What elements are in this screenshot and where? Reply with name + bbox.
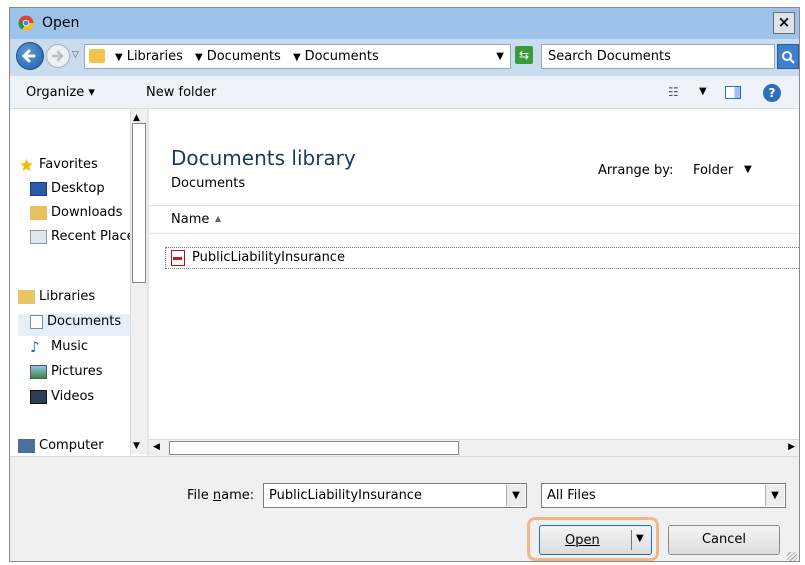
document-icon xyxy=(30,314,43,329)
search-icon xyxy=(782,51,795,64)
open-dropdown-icon[interactable]: ▼ xyxy=(636,533,644,544)
videos-icon xyxy=(30,389,47,404)
breadcrumb: ▼ Libraries ▼ Documents ▼ Documents xyxy=(115,49,387,64)
nav-scroll-thumb[interactable] xyxy=(132,123,146,283)
file-type-value: All Files xyxy=(547,488,596,503)
name-column-header[interactable]: Name xyxy=(171,212,209,227)
nav-scrollbar[interactable]: ▲ ▼ xyxy=(130,109,148,454)
search-button[interactable] xyxy=(777,44,799,69)
library-title: Documents library xyxy=(171,146,356,170)
folder-icon xyxy=(89,49,105,63)
chrome-icon xyxy=(18,15,34,31)
forward-button[interactable] xyxy=(46,44,70,68)
desktop-icon xyxy=(30,181,47,196)
forward-arrow-icon xyxy=(51,50,64,62)
nav-item-documents[interactable]: Documents xyxy=(18,314,133,336)
cancel-button[interactable]: Cancel xyxy=(668,525,780,555)
scroll-right-icon[interactable]: ▶ xyxy=(788,442,795,452)
search-input[interactable]: Search Documents xyxy=(541,44,775,69)
refresh-icon: ⇆ xyxy=(518,48,530,62)
scroll-left-icon[interactable]: ◀ xyxy=(153,442,160,452)
computer-icon xyxy=(18,438,35,453)
resize-grip[interactable] xyxy=(787,552,797,561)
title-bar: Open × xyxy=(10,8,799,39)
view-options-icon[interactable]: ☷ xyxy=(668,85,679,99)
nav-item-favorites[interactable]: Favorites xyxy=(18,157,98,179)
arrange-by-label: Arrange by: xyxy=(598,163,674,178)
file-type-dropdown-icon[interactable]: ▼ xyxy=(765,485,784,506)
breadcrumb-item[interactable]: ▼ Libraries xyxy=(115,49,183,64)
window-title: Open xyxy=(42,15,80,31)
scroll-down-icon[interactable]: ▼ xyxy=(133,441,140,451)
open-dialog: Open × ▽ ▼ Libraries ▼ Documents ▼ Document… xyxy=(9,7,800,562)
libraries-icon xyxy=(18,289,35,304)
recent-places-icon xyxy=(30,229,47,244)
scroll-up-icon[interactable]: ▲ xyxy=(133,113,140,123)
nav-item-pictures[interactable]: Pictures xyxy=(30,364,102,386)
breadcrumb-item[interactable]: ▼ Documents xyxy=(293,49,379,64)
sort-ascending-icon: ▲ xyxy=(215,214,222,223)
music-icon: ♪ xyxy=(30,337,40,356)
history-dropdown-icon[interactable]: ▽ xyxy=(72,50,79,60)
arrange-dropdown-icon[interactable]: ▼ xyxy=(744,164,752,175)
address-field[interactable]: ▼ Libraries ▼ Documents ▼ Documents ▼ xyxy=(84,44,511,69)
navigation-pane: Favorites Desktop Downloads Recent Place… xyxy=(10,109,147,459)
preview-pane-icon[interactable] xyxy=(725,86,741,99)
nav-item-recent-places[interactable]: Recent Places xyxy=(30,229,141,251)
address-bar-row: ▽ ▼ Libraries ▼ Documents ▼ Documents ▼ ⇆ S… xyxy=(10,39,799,76)
split-separator xyxy=(631,530,632,550)
nav-item-videos[interactable]: Videos xyxy=(30,389,94,411)
file-row[interactable]: PublicLiabilityInsurance xyxy=(165,247,799,269)
arrange-by-dropdown[interactable]: Folder xyxy=(693,163,733,178)
breadcrumb-item[interactable]: ▼ Documents xyxy=(195,49,281,64)
file-name-dropdown-icon[interactable]: ▼ xyxy=(506,485,525,506)
file-name-value: PublicLiabilityInsurance xyxy=(269,488,422,503)
file-name: PublicLiabilityInsurance xyxy=(192,250,345,265)
horizontal-scrollbar[interactable]: ◀ ▶ xyxy=(149,439,799,457)
address-dropdown-icon[interactable]: ▼ xyxy=(496,51,504,62)
nav-item-libraries[interactable]: Libraries xyxy=(18,289,95,311)
library-subtitle: Documents xyxy=(171,176,246,191)
dialog-footer: File name: PublicLiabilityInsurance ▼ Al… xyxy=(10,456,799,561)
nav-item-downloads[interactable]: Downloads xyxy=(30,205,122,227)
back-button[interactable] xyxy=(16,42,44,70)
horizontal-scroll-thumb[interactable] xyxy=(169,441,459,455)
downloads-icon xyxy=(30,205,47,220)
open-button[interactable]: Open ▼ xyxy=(539,525,652,555)
nav-item-desktop[interactable]: Desktop xyxy=(30,181,105,203)
back-arrow-icon xyxy=(21,49,36,63)
command-bar: Organize ▾ New folder ☷ ▼ ? xyxy=(10,76,799,109)
pictures-icon xyxy=(30,364,47,379)
star-icon xyxy=(20,158,33,171)
column-header-row: Name ▲ xyxy=(149,205,799,234)
refresh-button[interactable]: ⇆ xyxy=(515,46,533,64)
pdf-icon xyxy=(171,250,185,266)
file-list-pane: Documents library Documents Arrange by: … xyxy=(149,109,799,454)
nav-item-music[interactable]: ♪ Music xyxy=(30,339,88,361)
search-placeholder: Search Documents xyxy=(548,49,671,64)
help-icon[interactable]: ? xyxy=(763,84,781,102)
close-button[interactable]: × xyxy=(773,12,795,34)
new-folder-button[interactable]: New folder xyxy=(146,85,216,100)
organize-button[interactable]: Organize ▾ xyxy=(26,85,95,100)
file-name-input[interactable]: PublicLiabilityInsurance ▼ xyxy=(263,483,527,508)
file-name-label: File name: xyxy=(187,488,255,503)
file-type-select[interactable]: All Files ▼ xyxy=(541,483,786,508)
view-dropdown-icon[interactable]: ▼ xyxy=(699,86,707,97)
